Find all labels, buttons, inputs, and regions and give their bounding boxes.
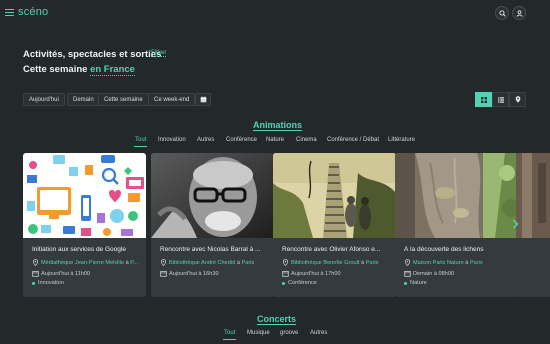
list-view-icon bbox=[497, 96, 504, 103]
event-datetime: Aujourd'hui à 16h30 bbox=[160, 270, 270, 277]
event-card[interactable]: Initiation aux services de Google Médiat… bbox=[23, 153, 146, 297]
chevron-right-icon bbox=[512, 219, 519, 229]
event-card[interactable]: Rencontre avec Olivier Afonso e... Bibli… bbox=[273, 153, 396, 297]
calendar-icon bbox=[404, 270, 411, 277]
tab-conference-debat[interactable]: Conférence / Débat bbox=[327, 137, 379, 143]
event-city[interactable]: Paris bbox=[242, 260, 255, 266]
tab-cinema[interactable]: Cinema bbox=[296, 137, 317, 143]
event-category: Innovation bbox=[32, 280, 142, 286]
calendar-icon bbox=[160, 270, 167, 277]
filter-weekend-button[interactable]: Ce week-end bbox=[148, 93, 196, 106]
category-dot bbox=[404, 281, 407, 285]
map-view-icon bbox=[515, 96, 520, 103]
category-dot bbox=[282, 281, 285, 285]
event-card-partial[interactable] bbox=[516, 153, 550, 297]
search-icon bbox=[498, 9, 506, 17]
event-venue[interactable]: Bibliothèque Benoîte Groult bbox=[291, 260, 359, 266]
animations-section-title: Animations bbox=[253, 120, 303, 131]
period-label: Cette semaine bbox=[23, 64, 88, 75]
tab-autres[interactable]: Autres bbox=[197, 137, 214, 143]
event-datetime: Aujourd'hui à 17h00 bbox=[282, 270, 392, 277]
filter-tomorrow-button[interactable]: Demain bbox=[67, 93, 100, 106]
event-category: Nature bbox=[404, 280, 514, 286]
tab-groove[interactable]: groove bbox=[280, 330, 298, 336]
event-datetime: Demain à 08h00 bbox=[404, 270, 514, 277]
event-city[interactable]: Paris bbox=[470, 260, 483, 266]
tab-musique[interactable]: Musique bbox=[247, 330, 270, 336]
tab-innovation[interactable]: Innovation bbox=[158, 137, 186, 143]
tab-concerts-autres[interactable]: Autres bbox=[310, 330, 327, 336]
calendar-icon bbox=[282, 270, 289, 277]
period-location: Cette semaine en France bbox=[23, 64, 135, 76]
user-button[interactable] bbox=[512, 6, 526, 20]
event-card[interactable]: À la découverte des lichens Maison Paris… bbox=[395, 153, 518, 297]
filter-link[interactable]: Filtrer bbox=[151, 50, 167, 57]
tab-nature[interactable]: Nature bbox=[266, 137, 284, 143]
location-pin-icon bbox=[160, 259, 167, 266]
calendar-icon bbox=[32, 270, 39, 277]
list-view-button[interactable] bbox=[492, 92, 509, 107]
filter-today-button[interactable]: Aujourd'hui bbox=[23, 93, 65, 106]
carousel-next-button[interactable] bbox=[509, 217, 521, 231]
event-title: Rencontre avec Nicolas Barral à ... bbox=[160, 246, 261, 253]
event-city[interactable]: P... bbox=[130, 260, 138, 266]
event-venue[interactable]: Maison Paris Nature bbox=[413, 260, 464, 266]
event-image bbox=[395, 153, 518, 238]
location-pin-icon bbox=[32, 259, 39, 266]
event-card[interactable]: Rencontre avec Nicolas Barral à ... Bibl… bbox=[151, 153, 274, 297]
event-title: Rencontre avec Olivier Afonso e... bbox=[282, 246, 381, 253]
top-bar: scéno bbox=[0, 0, 550, 26]
logo[interactable]: scéno bbox=[18, 6, 48, 18]
tab-animations-tout[interactable]: Tout bbox=[135, 137, 146, 143]
event-image bbox=[516, 153, 550, 238]
event-category: Conférence bbox=[282, 280, 392, 286]
event-title: Initiation aux services de Google bbox=[32, 246, 126, 253]
page-title: Activités, spectacles et sorties bbox=[23, 49, 162, 60]
event-image bbox=[273, 153, 396, 238]
location-selector[interactable]: en France bbox=[90, 64, 135, 76]
search-button[interactable] bbox=[495, 6, 509, 20]
event-venue[interactable]: Médiathèque Jean-Pierre Melville bbox=[41, 260, 124, 266]
map-view-button[interactable] bbox=[509, 92, 526, 107]
category-dot bbox=[32, 281, 35, 285]
filter-this-week-button[interactable]: Cette semaine bbox=[98, 93, 149, 106]
event-city[interactable]: Paris bbox=[366, 260, 379, 266]
event-datetime: Aujourd'hui à 11h00 bbox=[32, 270, 142, 277]
event-image bbox=[151, 153, 274, 238]
calendar-icon bbox=[200, 96, 206, 103]
tab-concerts-tout[interactable]: Tout bbox=[224, 330, 235, 336]
user-icon bbox=[516, 9, 522, 17]
menu-icon[interactable] bbox=[5, 8, 14, 17]
calendar-button[interactable] bbox=[195, 93, 211, 106]
event-location: Bibliothèque André Chedid à Paris bbox=[160, 259, 270, 266]
grid-view-icon bbox=[480, 96, 487, 103]
location-pin-icon bbox=[404, 259, 411, 266]
event-location: Maison Paris Nature à Paris bbox=[404, 259, 514, 266]
active-tab-indicator bbox=[134, 146, 147, 147]
event-location: Bibliothèque Benoîte Groult à Paris bbox=[282, 259, 392, 266]
event-image bbox=[23, 153, 146, 238]
concerts-section-title: Concerts bbox=[257, 314, 297, 325]
location-pin-icon bbox=[282, 259, 289, 266]
tab-conference[interactable]: Conférence bbox=[226, 137, 257, 143]
event-location: Médiathèque Jean-Pierre Melville à P... bbox=[32, 259, 142, 266]
tab-litterature[interactable]: Littérature bbox=[388, 137, 415, 143]
grid-view-button[interactable] bbox=[475, 92, 492, 107]
event-venue[interactable]: Bibliothèque André Chedid bbox=[169, 260, 235, 266]
active-tab-indicator bbox=[223, 339, 236, 340]
event-title: À la découverte des lichens bbox=[404, 246, 484, 253]
